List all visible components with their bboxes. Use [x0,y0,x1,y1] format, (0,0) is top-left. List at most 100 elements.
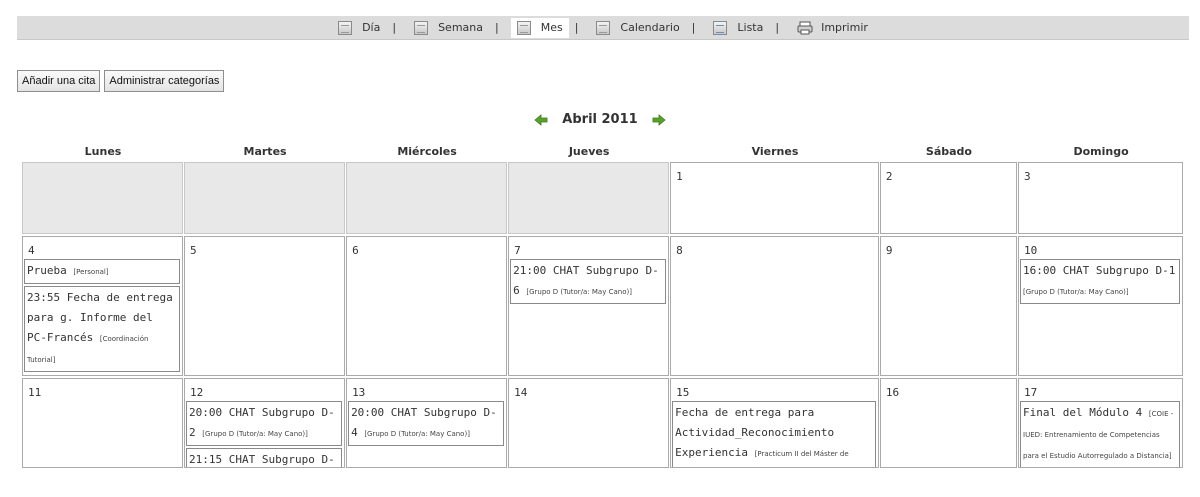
day-number: 9 [885,244,893,257]
calendar-event[interactable]: 21:00 CHAT Subgrupo D-6 [Grupo D (Tutor/… [510,259,667,304]
day-cell[interactable]: 7 21:00 CHAT Subgrupo D-6 [Grupo D (Tutor… [508,236,670,376]
weekday-header: Martes [243,145,287,158]
calendar-event[interactable]: 16:00 CHAT Subgrupo D-1 [Grupo D (Tutor/… [1020,259,1181,304]
day-number: 13 [352,386,366,399]
view-separator: | [775,21,780,34]
day-cell[interactable]: 10 16:00 CHAT Subgrupo D-1 [Grupo D (Tuto… [1018,236,1184,376]
view-calendar-tab[interactable]: Calendario [590,18,685,38]
view-separator: | [574,21,579,34]
weekday-header: Miércoles [397,145,457,158]
calendar-event[interactable]: Final del Módulo 4 [COIE - IUED: Entrena… [1020,401,1181,467]
calendar-event[interactable]: 23:55 Fecha de entrega para g. Informe d… [24,286,181,372]
day-number: 11 [28,386,42,399]
view-toolbar: Día | Semana | Mes | Calendario | Lista | Imprimir [17,16,1189,40]
view-tab-label: Calendario [620,21,680,34]
manage-categories-button[interactable]: Administrar categorías [104,70,225,92]
view-separator: | [691,21,696,34]
week-calendar-icon [414,20,429,35]
calendar-event[interactable]: 20:00 CHAT Subgrupo D-4 [Grupo D (Tutor/… [348,401,505,446]
add-appointment-button[interactable]: Añadir una cita [17,70,101,92]
month-title: Abril 2011 [562,112,638,127]
weekday-header: Lunes [84,145,122,158]
weekday-header: Jueves [568,145,610,158]
view-tab-label: Semana [438,21,483,34]
day-cell[interactable]: 13 20:00 CHAT Subgrupo D-4 [Grupo D (Tuto… [346,378,508,468]
day-number: 10 [1024,244,1038,257]
calendar-event[interactable]: 21:15 CHAT Subgrupo D-3 [Grupo D (Tutor/… [186,448,343,467]
event-title: Prueba [27,264,67,277]
day-number: 5 [190,244,197,257]
day-number: 16 [885,386,900,399]
calendar-event[interactable]: Fecha de entrega para Actividad_Reconoci… [672,401,876,467]
week-row: 11 12 20:00 CHAT Subgrupo D-2 [Grupo D (Tu… [22,378,1184,470]
day-number: 1 [676,170,683,183]
list-icon [713,20,728,35]
day-number: 14 [514,386,528,399]
view-day-tab[interactable]: Día [332,18,386,38]
day-cell[interactable]: 4 Prueba [Personal] 23:55 Fecha de entrega… [22,236,184,376]
day-cell[interactable]: 8 [670,236,879,376]
day-number [185,163,344,185]
day-cell[interactable]: 15 Fecha de entrega para Actividad_Recono… [670,378,879,468]
day-cell[interactable]: 11 [22,378,184,468]
event-title: 16:00 CHAT Subgrupo D-1 [1023,264,1176,277]
day-cell[interactable]: 2 [879,162,1018,234]
day-number [347,163,506,185]
event-category: [Grupo D (Tutor/a: May Cano)] [526,288,632,296]
view-tab-label: Día [362,21,381,34]
day-cell[interactable]: 6 [346,236,508,376]
view-tab-label: Imprimir [821,21,868,34]
day-cell[interactable] [346,162,508,234]
view-month-tab[interactable]: Mes [510,17,569,38]
calendar-event[interactable]: 20:00 CHAT Subgrupo D-2 [Grupo D (Tutor/… [186,401,343,446]
day-cell[interactable]: 1 [670,162,879,234]
view-list-tab[interactable]: Lista [707,18,769,38]
action-buttons: Añadir una cita Administrar categorías [17,70,225,92]
day-number: 8 [676,244,683,257]
day-number: 4 [28,244,35,257]
month-navigation: Abril 2011 [0,112,1200,127]
day-number: 7 [514,244,521,257]
weekday-header: Sábado [925,145,972,158]
next-arrow-icon[interactable] [652,113,666,126]
day-calendar-icon [338,20,353,35]
day-cell[interactable]: 5 [184,236,346,376]
weekday-header: Domingo [1073,145,1129,158]
event-category: [Personal] [73,268,109,276]
day-cell[interactable]: 9 [879,236,1018,376]
day-number: 12 [190,386,204,399]
prev-arrow-icon[interactable] [534,113,548,126]
day-cell[interactable] [184,162,346,234]
calendar-event[interactable]: Prueba [Personal] [24,259,181,284]
event-title: Final del Módulo 4 [1023,406,1143,419]
day-number: 2 [885,170,893,183]
day-number: 3 [1024,170,1031,183]
view-separator: | [392,21,397,34]
day-cell[interactable]: 14 [508,378,670,468]
day-cell[interactable] [508,162,670,234]
day-cell[interactable] [22,162,184,234]
view-tab-label: Lista [737,21,764,34]
day-number: 6 [352,244,359,257]
view-print-tab[interactable]: Imprimir [791,18,874,38]
day-cell[interactable]: 12 20:00 CHAT Subgrupo D-2 [Grupo D (Tuto… [184,378,346,468]
day-cell[interactable]: 3 [1018,162,1184,234]
day-number [23,163,182,185]
day-number [509,163,668,185]
event-category: [Grupo D (Tutor/a: May Cano)] [202,430,308,438]
weekday-header-row: Lunes Martes Miércoles Jueves Viernes Sábado D… [22,145,1184,158]
view-week-tab[interactable]: Semana [408,18,489,38]
day-cell[interactable]: 16 [879,378,1018,468]
event-category: [Grupo D (Tutor/a: May Cano)] [1023,288,1129,296]
week-row: 4 Prueba [Personal] 23:55 Fecha de entrega… [22,236,1184,378]
calendar-icon [596,20,611,35]
event-title: 21:15 CHAT Subgrupo D-3 [189,453,335,466]
view-tab-label: Mes [540,21,563,34]
view-separator: | [494,21,499,34]
printer-icon [797,21,813,35]
day-number: 15 [676,386,690,399]
event-category: [Grupo D (Tutor/a: May Cano)] [364,430,470,438]
day-cell[interactable]: 17 Final del Módulo 4 [COIE - IUED: Entre… [1018,378,1184,468]
week-row: 1 2 3 [22,162,1184,236]
weekday-header: Viernes [751,145,799,158]
